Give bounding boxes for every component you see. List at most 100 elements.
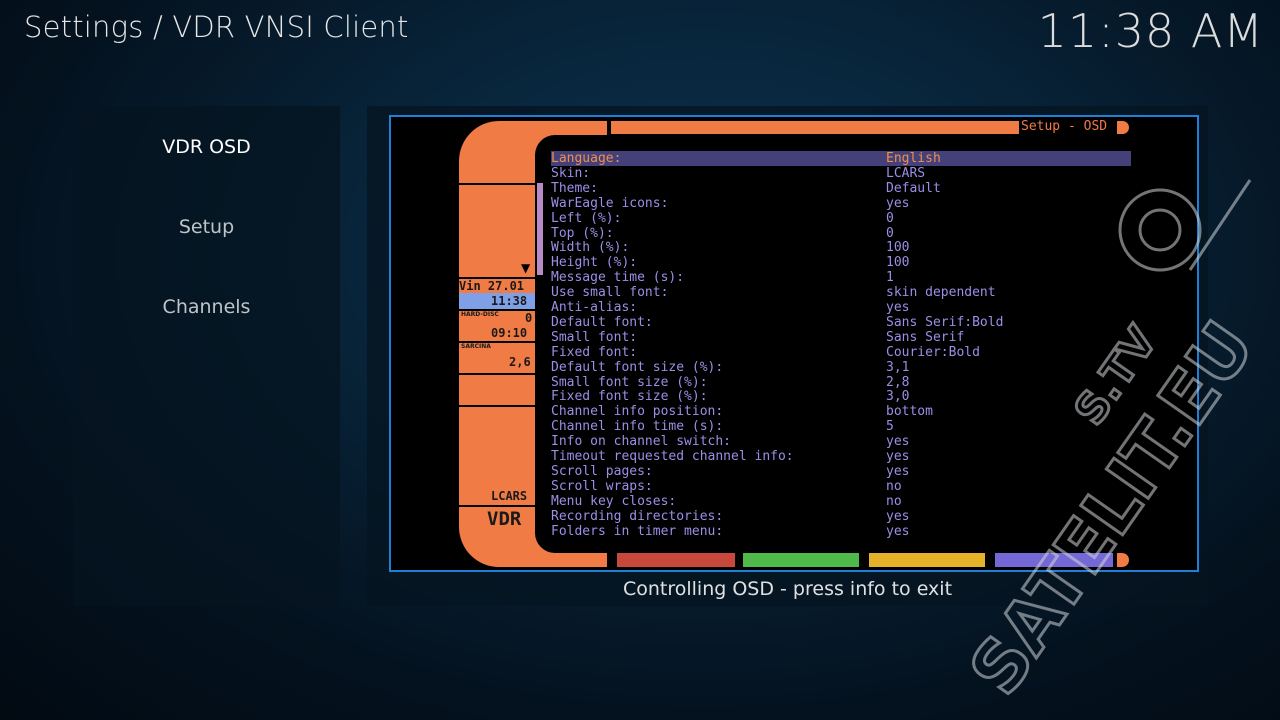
setting-row[interactable]: Small font: Sans Serif (551, 330, 1131, 345)
disk-time: 09:10 (491, 326, 528, 340)
disk-label: HARD-DISC (461, 311, 499, 318)
osd-screen[interactable]: Setup - OSD ▼ Vin 27.01 11:38 HARD-DISC … (389, 115, 1199, 572)
setting-label: Message time (s): (551, 270, 685, 286)
setting-label: Scroll wraps: (551, 478, 653, 494)
setting-row[interactable]: Channel info position: bottom (551, 404, 1131, 419)
color-key-green[interactable] (743, 553, 859, 567)
setting-value: Sans Serif:Bold (886, 314, 1004, 330)
osd-title: Setup - OSD (1021, 119, 1108, 134)
setting-row[interactable]: Anti-alias: yes (551, 300, 1131, 315)
setting-value: 2,8 (886, 374, 910, 390)
setting-value: yes (886, 195, 910, 211)
setting-label: Menu key closes: (551, 493, 677, 509)
setting-row[interactable]: Skin: LCARS (551, 166, 1131, 181)
setting-row[interactable]: Theme: Default (551, 181, 1131, 196)
lcars-top-cap (1117, 121, 1129, 134)
setting-value: bottom (886, 404, 933, 420)
setting-value: 100 (886, 240, 910, 256)
setting-value: English (886, 151, 941, 166)
setting-label: Skin: (551, 165, 591, 181)
setting-row[interactable]: Folders in timer menu: yes (551, 524, 1131, 539)
load-label: SARCINA (461, 343, 491, 350)
setting-label: Theme: (551, 180, 598, 196)
scroll-arrow-icon: ▼ (521, 261, 531, 275)
setting-value: yes (886, 463, 910, 479)
setting-value: yes (886, 434, 910, 450)
setting-label: Small font: (551, 329, 638, 345)
setting-row[interactable]: Channel info time (s): 5 (551, 419, 1131, 434)
setting-label: Top (%): (551, 225, 614, 241)
setting-value: 5 (886, 419, 894, 435)
setting-value: no (886, 493, 902, 509)
setting-label: Default font size (%): (551, 359, 724, 375)
skin-label: LCARS (491, 489, 528, 503)
setting-label: Timeout requested channel info: (551, 449, 794, 464)
osd-date: Vin 27.01 (459, 279, 525, 293)
sidebar-item-channels[interactable]: Channels (73, 296, 340, 318)
setting-value: 1 (886, 270, 894, 286)
setting-value: 0 (886, 225, 894, 241)
setting-row[interactable]: Scroll pages: yes (551, 464, 1131, 479)
setting-row[interactable]: Default font size (%): 3,1 (551, 360, 1131, 375)
setting-row[interactable]: Use small font: skin dependent (551, 285, 1131, 300)
setting-value: yes (886, 300, 910, 315)
setting-value: Sans Serif (886, 329, 965, 345)
setting-label: WarEagle icons: (551, 195, 669, 211)
setting-row[interactable]: Recording directories: yes (551, 509, 1131, 524)
color-key-blue[interactable] (995, 553, 1113, 567)
setting-label: Scroll pages: (551, 463, 653, 479)
lcars-scrollbar[interactable] (537, 183, 543, 275)
osd-time: 11:38 (491, 294, 528, 308)
vdr-logo: VDR (487, 508, 522, 530)
setting-label: Width (%): (551, 240, 630, 256)
setting-row[interactable]: Scroll wraps: no (551, 479, 1131, 494)
lcars-top-bar (611, 121, 1019, 134)
setting-label: Left (%): (551, 210, 622, 226)
setting-value: 0 (886, 210, 894, 226)
color-key-yellow[interactable] (869, 553, 985, 567)
setting-row[interactable]: Fixed font: Courier:Bold (551, 345, 1131, 360)
setting-row[interactable]: Width (%): 100 (551, 240, 1131, 255)
page-title: Settings / VDR VNSI Client (24, 10, 409, 44)
setting-value: no (886, 478, 902, 494)
setting-row[interactable]: Message time (s): 1 (551, 270, 1131, 285)
lcars-bottom-cap (1117, 553, 1129, 567)
setting-value: skin dependent (886, 285, 996, 301)
setting-row[interactable]: Height (%): 100 (551, 255, 1131, 270)
setting-row[interactable]: Language: English (551, 151, 1131, 166)
sidebar: VDR OSD Setup Channels (73, 106, 340, 606)
setting-value: yes (886, 508, 910, 524)
setting-row[interactable]: Default font: Sans Serif:Bold (551, 315, 1131, 330)
setting-label: Use small font: (551, 285, 669, 301)
lcars-side-gap (459, 183, 535, 185)
setting-value: 100 (886, 255, 910, 271)
setting-label: Recording directories: (551, 508, 724, 524)
osd-caption: Controlling OSD - press info to exit (622, 578, 953, 600)
color-key-red[interactable] (617, 553, 735, 567)
setting-value: 3,1 (886, 359, 910, 375)
setting-label: Channel info time (s): (551, 419, 724, 435)
setting-row[interactable]: Small font size (%): 2,8 (551, 375, 1131, 390)
setting-value: yes (886, 523, 910, 539)
setting-row[interactable]: Fixed font size (%): 3,0 (551, 389, 1131, 404)
setting-row[interactable]: Menu key closes: no (551, 494, 1131, 509)
setting-row[interactable]: Left (%): 0 (551, 211, 1131, 226)
clock: 11:38 AM (1037, 4, 1264, 58)
setting-label: Anti-alias: (551, 300, 638, 315)
setting-row[interactable]: Info on channel switch: yes (551, 434, 1131, 449)
setting-value: LCARS (886, 165, 926, 181)
lcars-side-block-2 (459, 375, 535, 405)
load-value: 2,6 (509, 355, 531, 369)
setting-value: 3,0 (886, 389, 910, 405)
setting-row[interactable]: Top (%): 0 (551, 226, 1131, 241)
setting-row[interactable]: WarEagle icons: yes (551, 196, 1131, 211)
setting-label: Default font: (551, 314, 653, 330)
setting-label: Fixed font: (551, 344, 638, 360)
disk-value: 0 (525, 311, 533, 325)
setting-value: Default (886, 180, 941, 196)
setting-label: Fixed font size (%): (551, 389, 708, 405)
sidebar-item-setup[interactable]: Setup (73, 216, 340, 238)
sidebar-item-vdr-osd[interactable]: VDR OSD (73, 136, 340, 158)
setting-row[interactable]: Timeout requested channel info: yes (551, 449, 1131, 464)
setting-label: Channel info position: (551, 404, 724, 420)
